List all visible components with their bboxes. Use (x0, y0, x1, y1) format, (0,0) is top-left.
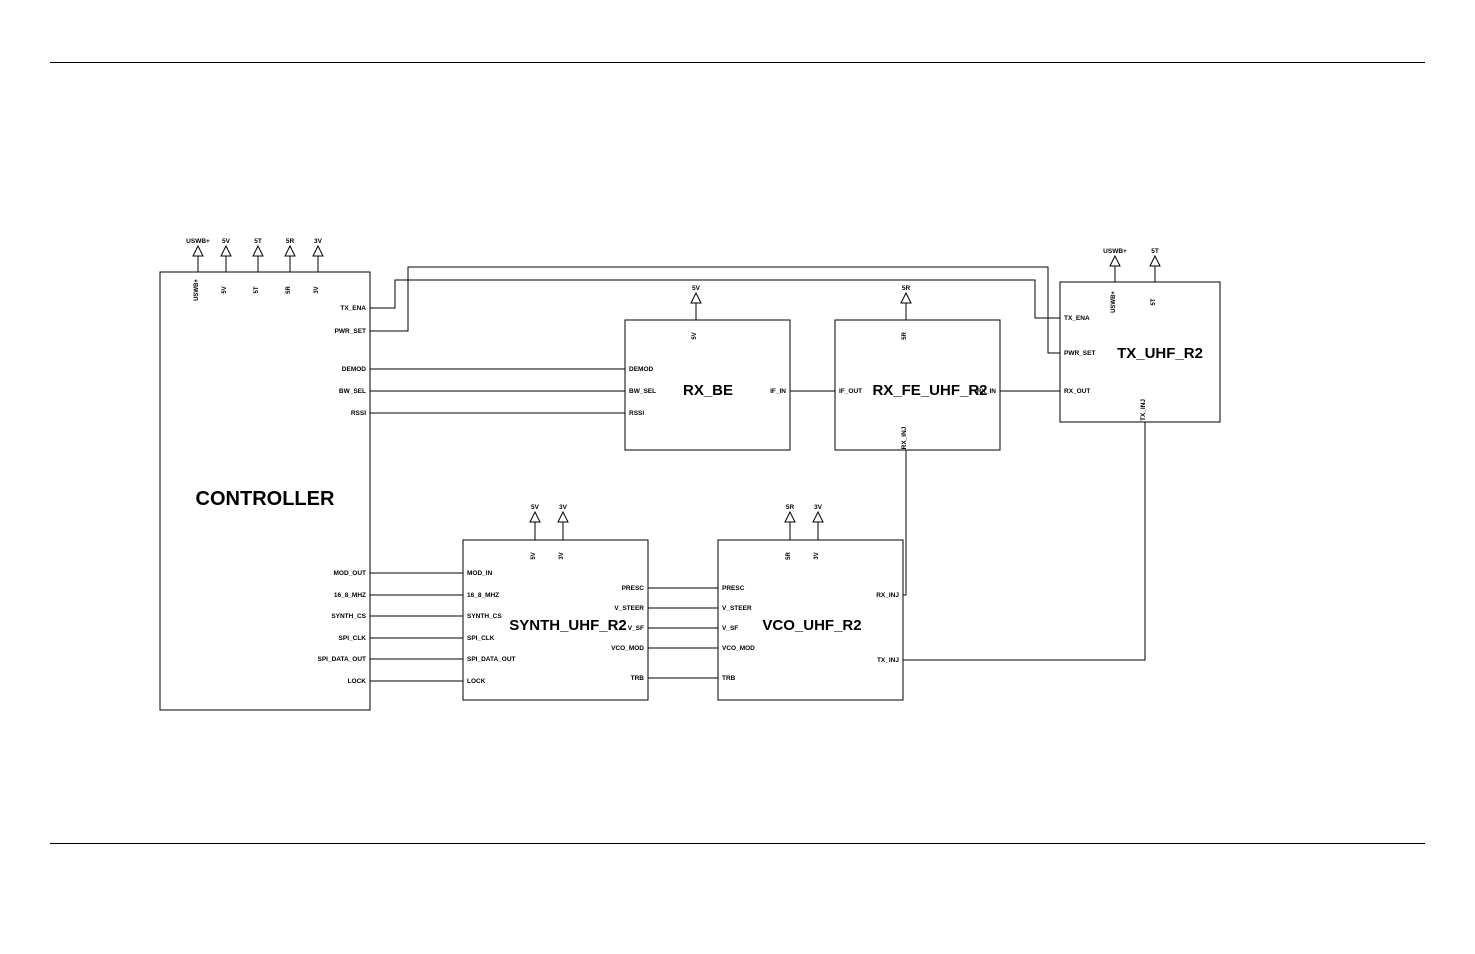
pin-label: SPI_DATA_OUT (317, 656, 366, 663)
power-label: USWB+ (1103, 248, 1127, 255)
power-label-internal: 5T (254, 286, 260, 293)
power-label: 5V (222, 238, 231, 245)
power-label-internal: 5V (222, 286, 228, 293)
pin-label: VCO_MOD (722, 645, 755, 652)
power-label: 3V (814, 504, 823, 511)
power-label-internal: 5T (1151, 298, 1157, 305)
power-label-internal: 5R (286, 285, 292, 293)
power-label-internal: 5V (531, 552, 537, 559)
pin-label: 16_8_MHZ (467, 592, 499, 599)
pin-label: RX_IN (977, 388, 996, 395)
power-label: 5V (531, 504, 540, 511)
power-label: 5R (786, 504, 795, 511)
pin-label: RX_INJ (876, 592, 899, 599)
synth-title: SYNTH_UHF_R2 (509, 617, 627, 634)
rx-fe-block: RX_FE_UHF_R2 5R 5R IF_OUT RX_IN RX_INJ (835, 285, 1000, 450)
pin-label: SYNTH_CS (331, 613, 366, 620)
rx-be-block: RX_BE 5V 5V DEMOD BW_SEL RSSI IF_IN (625, 285, 790, 450)
power-label-internal: 3V (559, 552, 565, 559)
pin-label: SPI_CLK (339, 635, 367, 642)
pin-label: IF_IN (770, 388, 786, 395)
rx-be-title: RX_BE (683, 382, 733, 399)
power-label: 3V (314, 238, 323, 245)
rx-fe-title: RX_FE_UHF_R2 (872, 382, 987, 399)
pin-label: DEMOD (629, 366, 654, 373)
pin-label: RX_INJ (901, 426, 908, 449)
pin-label: SPI_DATA_OUT (467, 656, 516, 663)
pin-label: 16_8_MHZ (334, 592, 366, 599)
vco-title: VCO_UHF_R2 (762, 617, 861, 634)
controller-title: CONTROLLER (196, 488, 335, 510)
pin-label: TX_ENA (1064, 315, 1090, 322)
tx-title: TX_UHF_R2 (1117, 345, 1203, 362)
pin-label: PWR_SET (335, 328, 366, 335)
pin-label: PRESC (622, 585, 645, 592)
power-label: 5T (1151, 248, 1159, 255)
pin-label: PRESC (722, 585, 745, 592)
power-label-internal: 5R (902, 331, 908, 339)
synth-block: SYNTH_UHF_R2 5V 3V 5V 3V MOD_IN 16_8_MHZ… (463, 504, 648, 700)
controller-block: CONTROLLER USWB+ 5V 5T (160, 238, 370, 710)
power-label-internal: 3V (314, 286, 320, 293)
pin-label: IF_OUT (839, 388, 862, 395)
pin-label: BW_SEL (629, 388, 656, 395)
pin-label: VCO_MOD (611, 645, 644, 652)
block-diagram: CONTROLLER USWB+ 5V 5T (0, 0, 1475, 954)
pin-label: RSSI (351, 410, 366, 417)
pin-label: PWR_SET (1064, 350, 1095, 357)
pin-label: TX_INJ (1140, 399, 1147, 421)
pin-label: V_SF (722, 625, 738, 632)
power-label: 3V (559, 504, 568, 511)
pin-label: TX_ENA (340, 305, 366, 312)
power-label: USWB+ (186, 238, 210, 245)
power-label: 5T (254, 238, 262, 245)
power-label-internal: 5R (786, 551, 792, 559)
pin-label: LOCK (348, 678, 367, 685)
power-label: 5R (902, 285, 911, 292)
pin-label: V_STEER (722, 605, 752, 612)
pin-label: V_STEER (614, 605, 644, 612)
pin-label: SPI_CLK (467, 635, 495, 642)
power-label: 5R (286, 238, 295, 245)
pin-label: SYNTH_CS (467, 613, 502, 620)
power-label-internal: USWB+ (194, 279, 200, 301)
pin-label: DEMOD (342, 366, 367, 373)
power-label-internal: 5V (692, 332, 698, 339)
pin-label: RX_OUT (1064, 388, 1090, 395)
pin-label: TRB (631, 675, 645, 682)
pin-label: V_SF (628, 625, 644, 632)
page: CONTROLLER USWB+ 5V 5T (0, 0, 1475, 954)
pin-label: LOCK (467, 678, 486, 685)
power-label-internal: 3V (814, 552, 820, 559)
pin-label: MOD_OUT (334, 570, 367, 577)
power-label: 5V (692, 285, 701, 292)
pin-label: MOD_IN (467, 570, 493, 577)
power-label-internal: USWB+ (1111, 291, 1117, 313)
tx-block: TX_UHF_R2 USWB+ 5T USWB+ 5T TX_ENA PWR_S… (1060, 248, 1220, 422)
pin-label: TRB (722, 675, 736, 682)
vco-block: VCO_UHF_R2 5R 3V 5R 3V PRESC V_STEER V_S… (718, 504, 903, 700)
pin-label: RSSI (629, 410, 644, 417)
pin-label: TX_INJ (877, 657, 899, 664)
pin-label: BW_SEL (339, 388, 366, 395)
